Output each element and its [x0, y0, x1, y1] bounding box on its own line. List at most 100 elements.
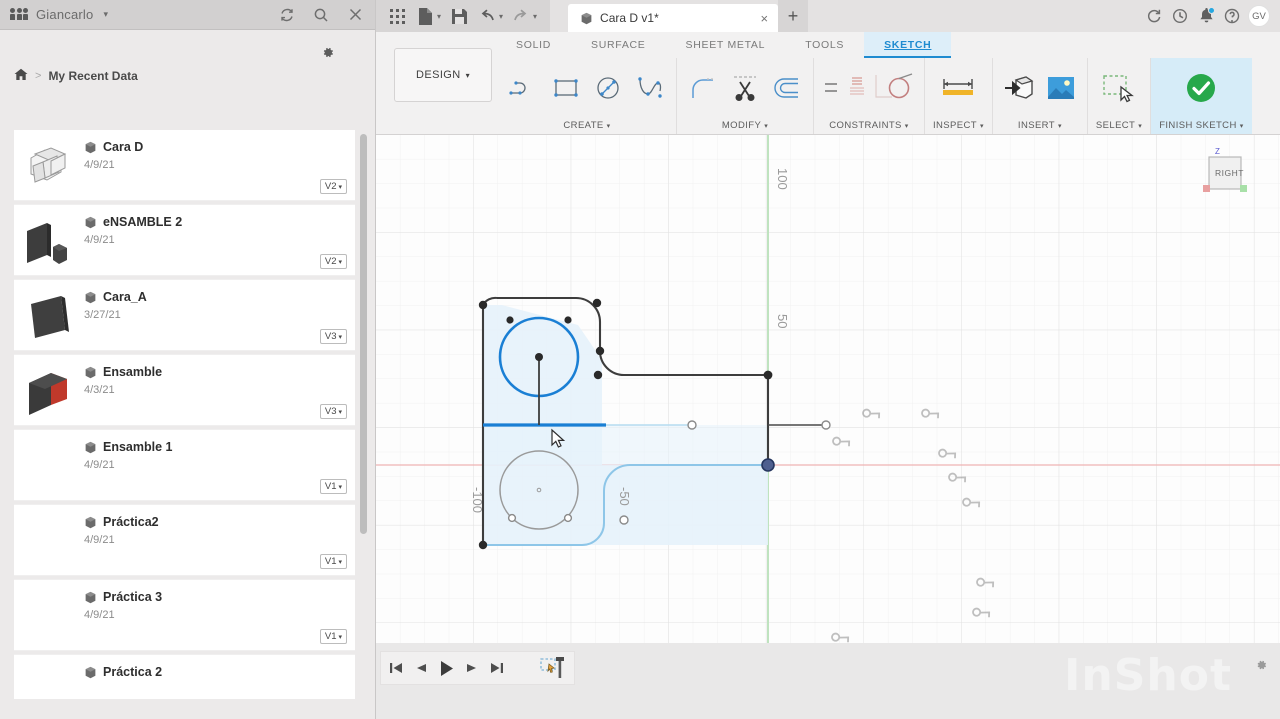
step-back-icon[interactable] [415, 661, 427, 675]
hub-name[interactable]: Giancarlo [36, 7, 93, 22]
item-name: eNSAMBLE 2 [103, 215, 183, 229]
grid-label: 50 [775, 314, 790, 328]
item-title-row: Práctica 2 [84, 665, 345, 679]
refresh-icon[interactable] [1144, 6, 1164, 26]
quick-access-left: ▾ ▾ ▾ [376, 0, 551, 32]
line-icon[interactable] [504, 67, 544, 109]
sketch-drawing: 100 50 -100 -50 [376, 135, 1280, 643]
circle-icon[interactable] [588, 67, 628, 109]
tab-sketch[interactable]: SKETCH [864, 32, 952, 58]
ribbon-group-label[interactable]: CONSTRAINTS ▾ [814, 117, 924, 134]
item-version-badge[interactable]: V3 ▾ [319, 329, 347, 344]
undo-icon[interactable] [474, 3, 500, 29]
clock-icon[interactable] [1170, 6, 1190, 26]
item-version-badge[interactable]: V2 ▾ [319, 179, 347, 194]
fillet-icon[interactable] [683, 67, 723, 109]
horizontal-vertical-constraint-icon[interactable] [820, 67, 842, 109]
item-version-badge[interactable]: V1 ▾ [319, 629, 347, 644]
list-item[interactable]: Ensamble 4/3/21 V3 ▾ [14, 355, 355, 425]
list-item[interactable]: Ensamble 1 4/9/21 V1 ▾ [14, 430, 355, 500]
item-date: 4/3/21 [84, 384, 115, 396]
workspace-switcher[interactable]: DESIGN ▾ [394, 48, 492, 102]
item-thumbnail [18, 663, 80, 699]
ribbon-group-label[interactable]: FINISH SKETCH ▾ [1151, 117, 1251, 134]
select-window-icon[interactable] [1096, 67, 1142, 109]
viewcube[interactable]: Z RIGHT [1194, 143, 1254, 201]
cube-icon [85, 291, 96, 303]
sketch-dimension-icon[interactable] [935, 67, 981, 109]
item-version-badge[interactable]: V2 ▾ [319, 254, 347, 269]
save-icon[interactable] [446, 3, 472, 29]
derive-icon[interactable] [999, 67, 1039, 109]
play-icon[interactable] [439, 660, 454, 677]
undo-chevron-down-icon[interactable]: ▾ [499, 12, 503, 21]
data-panel-scrollbar[interactable] [360, 134, 367, 534]
file-chevron-down-icon[interactable]: ▾ [437, 12, 441, 21]
gear-icon[interactable] [1254, 658, 1268, 677]
tangent-constraint-icon[interactable] [872, 67, 918, 109]
ribbon-group-label[interactable]: INSERT ▾ [993, 117, 1087, 134]
item-version-badge[interactable]: V1 ▾ [319, 479, 347, 494]
trim-scissors-icon[interactable] [725, 67, 765, 109]
quick-access-bar: ▾ ▾ ▾ Cara D v1* × + GV [376, 0, 1280, 32]
list-item[interactable]: Práctica 2 [14, 655, 355, 699]
help-icon[interactable] [1222, 6, 1242, 26]
list-item[interactable]: Cara D 4/9/21 V2 ▾ [14, 130, 355, 200]
file-icon[interactable] [412, 3, 438, 29]
refresh-icon[interactable] [277, 5, 297, 25]
sketch-canvas[interactable]: 100 50 -100 -50 Z RIGHT [376, 135, 1280, 643]
redo-icon[interactable] [508, 3, 534, 29]
insert-image-icon[interactable] [1041, 67, 1081, 109]
app-grid-icon[interactable] [384, 3, 410, 29]
tab-solid[interactable]: SOLID [496, 32, 571, 58]
close-icon[interactable]: × [760, 11, 768, 26]
constraint-list-icon[interactable] [844, 67, 870, 109]
list-item[interactable]: eNSAMBLE 2 4/9/21 V2 ▾ [14, 205, 355, 275]
list-item[interactable]: Práctica 3 4/9/21 V1 ▾ [14, 580, 355, 650]
hub-chevron-down-icon[interactable]: ▾ [103, 9, 108, 20]
ribbon-groups: CREATE ▾ MODIFY ▾ CONSTRAINTS ▾ INSPECT … [498, 58, 1280, 134]
search-icon[interactable] [311, 5, 331, 25]
jump-end-icon[interactable] [490, 661, 504, 675]
offset-icon[interactable] [767, 67, 807, 109]
document-tab[interactable]: Cara D v1* × [568, 4, 779, 32]
ribbon-group-label[interactable]: SELECT ▾ [1088, 117, 1150, 134]
ribbon: DESIGN ▾ SOLID SURFACE SHEET METAL TOOLS… [376, 32, 1280, 135]
jump-start-icon[interactable] [389, 661, 403, 675]
redo-chevron-down-icon[interactable]: ▾ [533, 12, 537, 21]
list-item[interactable]: Práctica2 4/9/21 V1 ▾ [14, 505, 355, 575]
breadcrumb: > My Recent Data [0, 68, 375, 92]
ribbon-group-modify: MODIFY ▾ [677, 58, 814, 134]
main-area: ▾ ▾ ▾ Cara D v1* × + GV DESIGN ▾ SOLID S… [376, 0, 1280, 719]
chevron-down-icon: ▾ [465, 70, 470, 80]
tab-surface[interactable]: SURFACE [571, 32, 666, 58]
tab-tools[interactable]: TOOLS [785, 32, 864, 58]
tab-sheet-metal[interactable]: SHEET METAL [666, 32, 786, 58]
item-date: 4/9/21 [84, 459, 115, 471]
close-icon[interactable] [345, 5, 365, 25]
ribbon-group-label[interactable]: MODIFY ▾ [677, 117, 813, 134]
ribbon-group-label[interactable]: INSPECT ▾ [925, 117, 992, 134]
gear-icon[interactable] [317, 42, 337, 62]
rectangle-icon[interactable] [546, 67, 586, 109]
new-tab-button[interactable]: + [778, 0, 809, 32]
item-version-badge[interactable]: V3 ▾ [319, 404, 347, 419]
ribbon-group-create: CREATE ▾ [498, 58, 677, 134]
step-forward-icon[interactable] [466, 661, 478, 675]
spline-icon[interactable] [630, 67, 670, 109]
home-icon[interactable] [14, 68, 28, 84]
notification-badge [1208, 7, 1215, 14]
avatar[interactable]: GV [1248, 5, 1270, 27]
viewcube-x-axis-marker [1203, 185, 1210, 192]
list-item[interactable]: Cara_A 3/27/21 V3 ▾ [14, 280, 355, 350]
document-tabs: Cara D v1* × + [568, 0, 809, 32]
sketch-timeline-marker-icon[interactable] [540, 655, 566, 681]
bell-icon[interactable] [1196, 6, 1216, 26]
item-version-badge[interactable]: V1 ▾ [319, 554, 347, 569]
item-name: Práctica 3 [103, 590, 163, 604]
origin-point [761, 458, 775, 472]
ribbon-group-finish-sketch[interactable]: FINISH SKETCH ▾ [1151, 58, 1252, 134]
breadcrumb-current[interactable]: My Recent Data [48, 69, 137, 83]
finish-sketch-check-icon[interactable] [1178, 67, 1224, 109]
ribbon-group-label[interactable]: CREATE ▾ [498, 117, 676, 134]
